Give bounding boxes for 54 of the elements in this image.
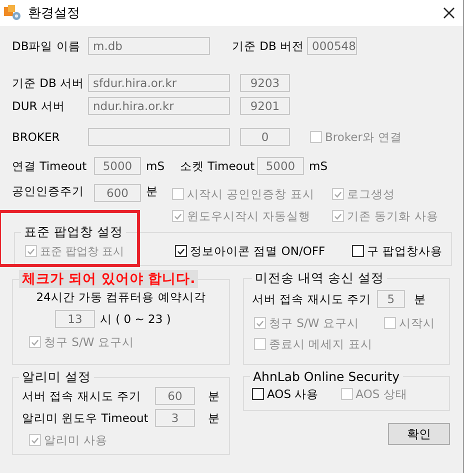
field-label: 서버 접속 재시도 주기: [252, 292, 371, 306]
field-label: DB파일 이름: [12, 38, 82, 54]
number-field[interactable]: 5: [376, 290, 405, 308]
ok-button[interactable]: 확인: [388, 423, 450, 445]
port-field[interactable]: 9201: [240, 97, 290, 115]
warning-note: 체크가 되어 있어야 합니다.: [19, 270, 198, 288]
group-title: 미전송 내역 송신 설정: [254, 270, 385, 287]
field-label: 소켓 Timeout: [180, 158, 256, 174]
check-icon: [173, 211, 183, 222]
field-label: 기준 DB 버전: [232, 38, 306, 54]
check-icon: [176, 246, 186, 257]
text-field[interactable]: sfdur.hira.or.kr: [88, 74, 230, 92]
field-label: BROKER: [12, 130, 61, 144]
group-title: 알리미 설정: [21, 369, 92, 386]
number-field[interactable]: 600: [94, 184, 141, 202]
group-title: 표준 팝업창 설정: [23, 224, 124, 241]
close-icon[interactable]: [443, 7, 455, 19]
checkbox[interactable]: 구 팝업창사용: [352, 241, 443, 261]
unit-label: 분: [412, 292, 426, 306]
text-field[interactable]: [88, 128, 230, 146]
app-icon: [4, 5, 22, 21]
unit-label: 분: [207, 388, 220, 404]
section-heading: 24시간 가동 컴퓨터용 예약시각: [35, 290, 207, 305]
unit-label: 시 ( 0 ~ 23 ): [99, 312, 171, 326]
number-field[interactable]: 13: [55, 310, 95, 328]
port-field[interactable]: 9203: [240, 74, 290, 92]
field-label: 공인인증주기: [12, 184, 85, 199]
checkbox[interactable]: AOS 사용: [252, 384, 319, 404]
checkbox[interactable]: 정보아이콘 점멸 ON/OFF: [175, 241, 352, 261]
number-field[interactable]: 5000: [257, 157, 304, 175]
field-label: 알리미 윈도우 Timeout: [22, 410, 150, 426]
number-field[interactable]: 3: [155, 409, 195, 427]
check-icon: [30, 435, 40, 446]
check-icon: [30, 337, 40, 348]
field-label: DUR 서버: [12, 98, 66, 114]
unit-label: 분: [207, 410, 220, 426]
number-field[interactable]: 60: [155, 387, 195, 405]
field-label: 연결 Timeout: [12, 158, 88, 174]
field-label: 서버 접속 재시도 주기: [22, 388, 142, 404]
field-label: 기준 DB 서버: [12, 76, 86, 90]
text-field[interactable]: 000548: [307, 37, 357, 55]
text-field[interactable]: ndur.hira.or.kr: [88, 97, 230, 115]
check-icon: [255, 318, 265, 329]
group-title: AhnLab Online Security: [252, 369, 401, 384]
port-field[interactable]: 0: [240, 128, 290, 146]
text-field[interactable]: m.db: [88, 37, 210, 55]
check-icon: [333, 189, 343, 200]
number-field[interactable]: 5000: [94, 157, 141, 175]
window-title: 환경설정: [28, 5, 81, 22]
unit-label: mS: [145, 159, 166, 173]
unit-label: 분: [145, 184, 159, 199]
check-icon: [26, 246, 36, 257]
check-icon: [333, 211, 343, 222]
unit-label: mS: [308, 159, 329, 173]
